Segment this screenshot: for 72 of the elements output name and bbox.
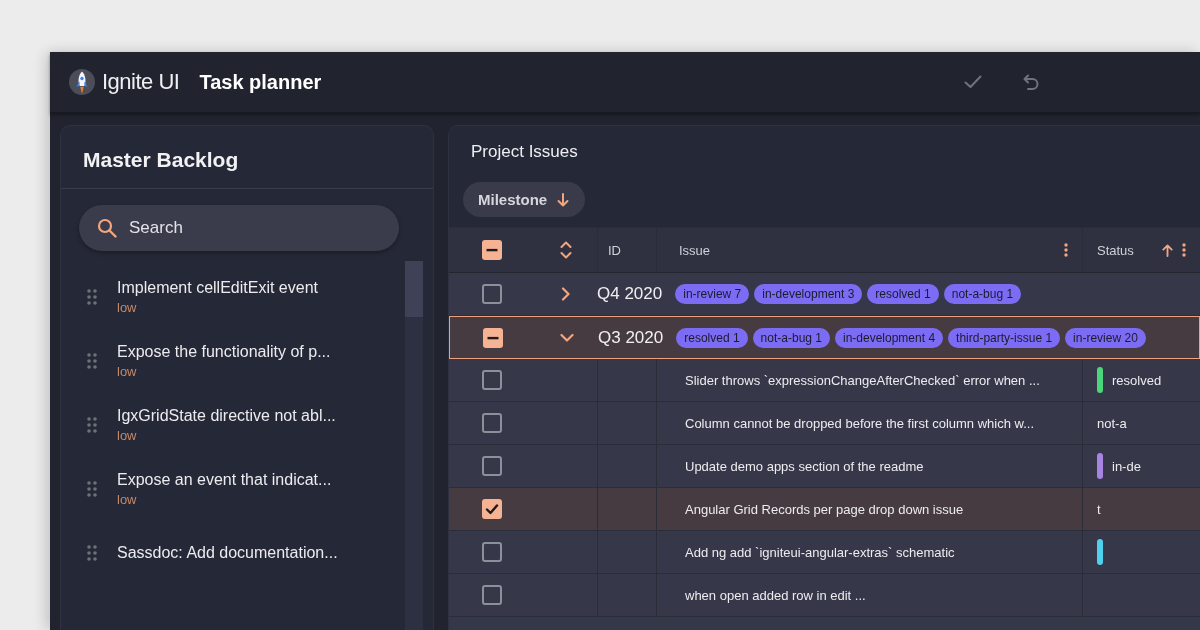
drag-handle-icon[interactable] [87, 353, 97, 369]
task-title[interactable]: IgxGridState directive not abl... [117, 407, 336, 425]
row-checkbox[interactable] [482, 585, 502, 605]
summary-chip: third-party-issue 1 [948, 327, 1061, 348]
status-text: t [1097, 501, 1101, 517]
group-row[interactable]: Q3 2020 resolved 1 not-a-bug 1 in-development 4 third-party-issue 1 in-review 20 [449, 316, 1200, 359]
sort-up-arrow-icon[interactable] [1161, 243, 1174, 257]
drag-handle-icon[interactable] [87, 417, 97, 433]
summary-chip: in-review 7 [675, 284, 750, 304]
summary-chip: not-a-bug 1 [752, 327, 830, 348]
task-title[interactable]: Sassdoc: Add documentation... [117, 544, 338, 562]
select-all-checkbox[interactable] [482, 240, 502, 260]
priority-label: low [117, 428, 138, 443]
summary-chip: in-development 3 [754, 284, 863, 304]
search-field[interactable]: Search [79, 205, 399, 251]
status-text: in-de [1112, 458, 1141, 474]
column-header[interactable]: ID [598, 228, 656, 272]
status-text: resolved [1112, 372, 1162, 388]
status-text: not-a [1097, 415, 1127, 431]
group-checkbox[interactable] [482, 284, 502, 304]
column-header[interactable]: Status [1083, 228, 1200, 272]
group-label: Q3 2020 [598, 327, 664, 348]
priority-label: low [117, 300, 138, 315]
summary-chip: not-a-bug 1 [943, 284, 1022, 304]
column-menu-icon[interactable] [1182, 243, 1186, 257]
chevron-right-icon[interactable] [561, 287, 571, 301]
arrow-down-icon[interactable] [556, 192, 571, 207]
issue-row[interactable]: when open added row in edit ... [449, 574, 1200, 617]
group-label: Q4 2020 [597, 284, 663, 304]
summary-chip: resolved 1 [867, 284, 939, 304]
expand-collapse-icon[interactable] [559, 241, 573, 259]
summary-chip: in-development 4 [835, 327, 944, 348]
row-checkbox[interactable] [482, 499, 502, 519]
task-title[interactable]: Expose the functionality of p... [117, 343, 331, 361]
priority-label: low [117, 364, 138, 379]
column-header[interactable]: Issue [657, 228, 1082, 272]
issue-row[interactable]: Angular Grid Records per page drop down issue t [449, 488, 1200, 531]
panel-title: Project Issues [470, 141, 579, 163]
priority-label: low [117, 492, 138, 507]
row-checkbox[interactable] [482, 413, 502, 433]
logo-text: Ignite UI [102, 69, 180, 95]
issue-title: Update demo apps section of the readme [684, 458, 924, 474]
rocket-logo-icon [68, 68, 96, 96]
app-title: Task planner [199, 70, 322, 94]
issue-row[interactable]: Column cannot be dropped before the first column which w... not-a [449, 402, 1200, 445]
issue-title: Slider throws `expressionChangeAfterChecked` error when ... [684, 372, 1040, 388]
issue-title: Column cannot be dropped before the first column which w... [684, 415, 1035, 431]
summary-chip: resolved 1 [676, 327, 748, 348]
drag-handle-icon[interactable] [87, 289, 97, 305]
task-title[interactable]: Expose an event that indicat... [117, 471, 332, 489]
issue-row[interactable]: Slider throws `expressionChangeAfterChecked` error when ... resolved [449, 359, 1200, 402]
group-by-chip[interactable]: Milestone [463, 182, 586, 217]
summary-chip: in-review 20 [1065, 327, 1146, 348]
issue-title: Angular Grid Records per page drop down issue [684, 501, 964, 517]
scrollbar-track[interactable] [405, 261, 423, 630]
issue-row[interactable]: Add ng add `igniteui-angular-extras` schematic [449, 531, 1200, 574]
search-icon [97, 218, 117, 238]
chevron-down-icon[interactable] [560, 332, 574, 343]
drag-handle-icon[interactable] [87, 545, 97, 561]
drag-handle-icon[interactable] [87, 481, 97, 497]
check-icon[interactable] [964, 75, 982, 89]
row-checkbox[interactable] [482, 542, 502, 562]
scrollbar-thumb[interactable] [405, 261, 423, 317]
issue-title: Add ng add `igniteui-angular-extras` schematic [684, 544, 955, 560]
row-checkbox[interactable] [482, 370, 502, 390]
issue-title: when open added row in edit ... [684, 587, 866, 603]
panel-title: Master Backlog [61, 126, 433, 189]
task-title[interactable]: Implement cellEditExit event [117, 279, 318, 297]
group-checkbox[interactable] [483, 327, 503, 348]
row-checkbox[interactable] [482, 456, 502, 476]
column-menu-icon[interactable] [1064, 243, 1068, 257]
issue-row[interactable]: Update demo apps section of the readme in-de [449, 445, 1200, 488]
